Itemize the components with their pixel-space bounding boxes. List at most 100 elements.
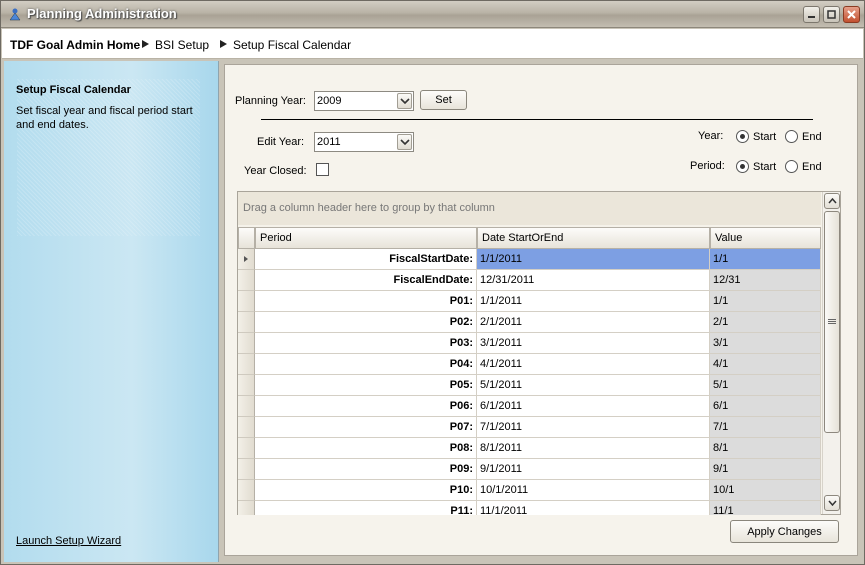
date-cell[interactable]: 1/1/2011 <box>477 249 710 270</box>
grid-header: Period Date StartOrEnd Value <box>238 227 821 249</box>
set-button[interactable]: Set <box>420 90 467 110</box>
date-cell[interactable]: 4/1/2011 <box>477 354 710 375</box>
period-cell: P06: <box>255 396 477 417</box>
chevron-down-icon <box>400 98 410 105</box>
date-cell[interactable]: 6/1/2011 <box>477 396 710 417</box>
row-indicator[interactable] <box>238 291 255 312</box>
column-header-period[interactable]: Period <box>255 227 477 249</box>
breadcrumb-bsi-setup[interactable]: BSI Setup <box>155 38 209 52</box>
row-indicator[interactable] <box>238 480 255 501</box>
column-header-value[interactable]: Value <box>710 227 821 249</box>
table-row[interactable]: P06: 6/1/2011 6/1 <box>238 396 821 417</box>
table-row[interactable]: P07: 7/1/2011 7/1 <box>238 417 821 438</box>
apply-changes-button[interactable]: Apply Changes <box>730 520 839 543</box>
title-bar[interactable]: Planning Administration <box>1 1 864 28</box>
value-cell[interactable]: 7/1 <box>710 417 821 438</box>
date-cell[interactable]: 2/1/2011 <box>477 312 710 333</box>
period-cell: P02: <box>255 312 477 333</box>
row-indicator[interactable] <box>238 417 255 438</box>
chevron-down-icon <box>400 139 410 146</box>
period-end-radio[interactable] <box>785 160 798 173</box>
value-cell[interactable]: 2/1 <box>710 312 821 333</box>
date-cell[interactable]: 3/1/2011 <box>477 333 710 354</box>
table-row[interactable]: P03: 3/1/2011 3/1 <box>238 333 821 354</box>
year-start-radio[interactable] <box>736 130 749 143</box>
date-cell[interactable]: 8/1/2011 <box>477 438 710 459</box>
year-end-radio[interactable] <box>785 130 798 143</box>
table-row[interactable]: P10: 10/1/2011 10/1 <box>238 480 821 501</box>
year-closed-checkbox[interactable] <box>316 163 329 176</box>
value-cell[interactable]: 4/1 <box>710 354 821 375</box>
planning-year-select[interactable]: 2009 <box>314 91 414 111</box>
row-indicator-header <box>238 227 255 249</box>
row-indicator[interactable] <box>238 312 255 333</box>
chevron-down-icon <box>828 500 837 506</box>
breadcrumb-home[interactable]: TDF Goal Admin Home <box>10 38 140 52</box>
column-header-date[interactable]: Date StartOrEnd <box>477 227 710 249</box>
value-cell[interactable]: 1/1 <box>710 291 821 312</box>
row-indicator[interactable] <box>238 396 255 417</box>
table-row[interactable]: P04: 4/1/2011 4/1 <box>238 354 821 375</box>
group-by-panel[interactable]: Drag a column header here to group by th… <box>238 192 821 225</box>
scroll-down-button[interactable] <box>824 495 840 511</box>
period-cell: P07: <box>255 417 477 438</box>
table-row[interactable]: P09: 9/1/2011 9/1 <box>238 459 821 480</box>
planning-year-label: Planning Year: <box>235 95 306 107</box>
table-row[interactable]: FiscalEndDate: 12/31/2011 12/31 <box>238 270 821 291</box>
table-row[interactable]: P11: 11/1/2011 11/1 <box>238 501 821 515</box>
table-row[interactable]: P05: 5/1/2011 5/1 <box>238 375 821 396</box>
row-indicator[interactable] <box>238 333 255 354</box>
date-cell[interactable]: 5/1/2011 <box>477 375 710 396</box>
row-indicator[interactable] <box>238 249 255 270</box>
row-indicator[interactable] <box>238 438 255 459</box>
value-cell[interactable]: 6/1 <box>710 396 821 417</box>
maximize-button[interactable] <box>823 6 840 23</box>
date-cell[interactable]: 7/1/2011 <box>477 417 710 438</box>
value-cell[interactable]: 8/1 <box>710 438 821 459</box>
app-icon <box>9 8 21 21</box>
value-cell[interactable]: 12/31 <box>710 270 821 291</box>
date-cell[interactable]: 11/1/2011 <box>477 501 710 515</box>
scroll-up-button[interactable] <box>824 193 840 209</box>
vertical-scrollbar[interactable] <box>822 192 840 514</box>
launch-setup-wizard-link[interactable]: Launch Setup Wizard <box>16 535 121 547</box>
sidebar: Setup Fiscal Calendar Set fiscal year an… <box>4 61 219 562</box>
date-cell[interactable]: 12/31/2011 <box>477 270 710 291</box>
table-row[interactable]: P02: 2/1/2011 2/1 <box>238 312 821 333</box>
row-indicator[interactable] <box>238 270 255 291</box>
sidebar-description: Set fiscal year and fiscal period start … <box>16 105 193 131</box>
grip-icon <box>828 319 836 324</box>
edit-year-select[interactable]: 2011 <box>314 132 414 152</box>
value-cell[interactable]: 5/1 <box>710 375 821 396</box>
edit-year-label: Edit Year: <box>257 136 305 148</box>
table-row[interactable]: P01: 1/1/2011 1/1 <box>238 291 821 312</box>
value-cell[interactable]: 3/1 <box>710 333 821 354</box>
row-indicator[interactable] <box>238 375 255 396</box>
planning-year-dropdown-button[interactable] <box>397 93 412 109</box>
breadcrumb-arrow-icon <box>220 40 227 48</box>
date-cell[interactable]: 9/1/2011 <box>477 459 710 480</box>
date-cell[interactable]: 10/1/2011 <box>477 480 710 501</box>
value-cell[interactable]: 9/1 <box>710 459 821 480</box>
value-cell[interactable]: 10/1 <box>710 480 821 501</box>
divider <box>261 119 813 120</box>
table-row[interactable]: P08: 8/1/2011 8/1 <box>238 438 821 459</box>
year-end-label: End <box>802 131 822 143</box>
value-cell[interactable]: 1/1 <box>710 249 821 270</box>
chevron-up-icon <box>828 198 837 204</box>
minimize-icon <box>808 16 815 18</box>
app-window: Planning Administration TDF Goal Admin H… <box>0 0 865 565</box>
scroll-thumb[interactable] <box>824 211 840 433</box>
row-indicator[interactable] <box>238 354 255 375</box>
period-start-radio[interactable] <box>736 160 749 173</box>
value-cell[interactable]: 11/1 <box>710 501 821 515</box>
minimize-button[interactable] <box>803 6 820 23</box>
period-cell: P05: <box>255 375 477 396</box>
close-button[interactable] <box>843 6 860 23</box>
table-row[interactable]: FiscalStartDate: 1/1/2011 1/1 <box>238 249 821 270</box>
date-cell[interactable]: 1/1/2011 <box>477 291 710 312</box>
row-indicator[interactable] <box>238 459 255 480</box>
edit-year-dropdown-button[interactable] <box>397 134 412 150</box>
row-indicator[interactable] <box>238 501 255 515</box>
period-cell: P01: <box>255 291 477 312</box>
